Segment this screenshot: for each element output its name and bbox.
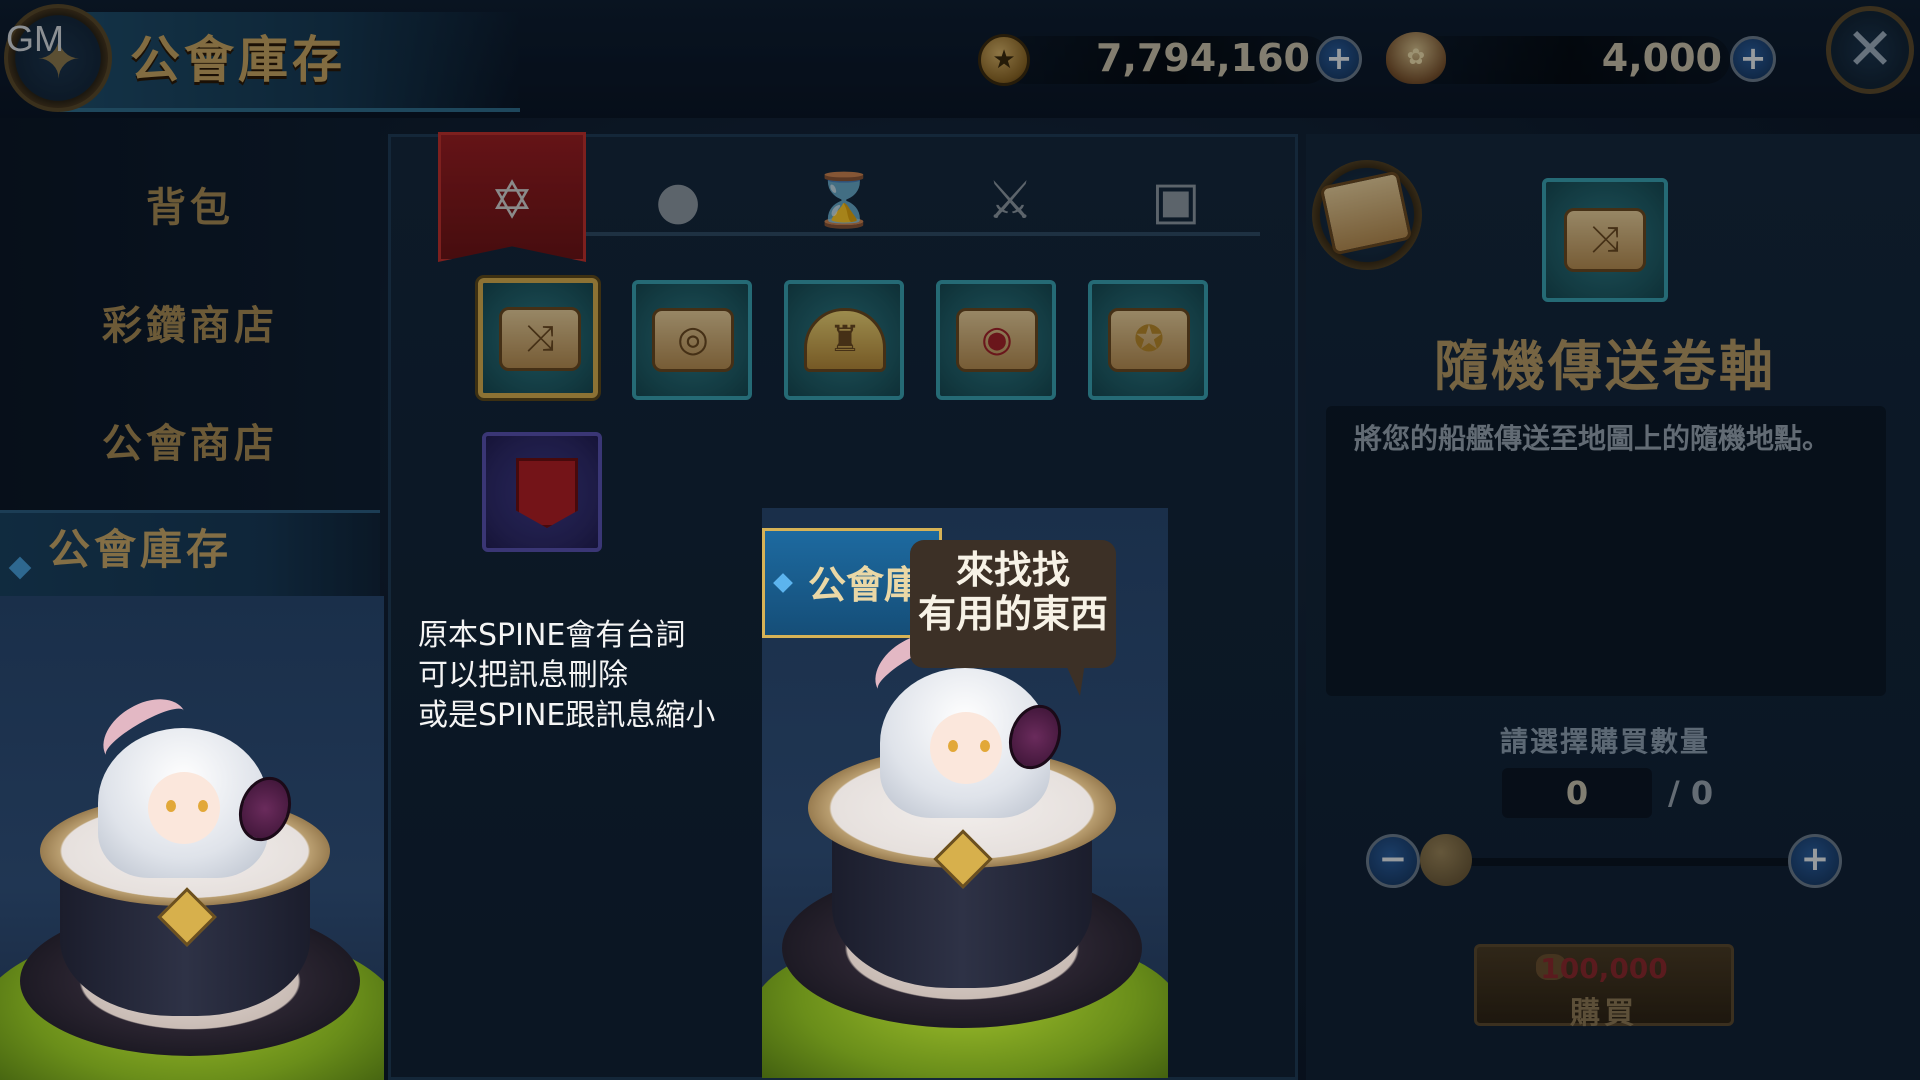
character-spine-left <box>0 596 384 1080</box>
annotation-line: 可以把訊息刪除 <box>418 658 628 693</box>
speech-line: 來找找 <box>955 548 1070 592</box>
speech-text: 來找找 有用的東西 <box>910 548 1116 636</box>
speech-line: 有用的東西 <box>917 592 1108 636</box>
insert-header-text: 公會庫 <box>808 563 923 607</box>
annotation-line: 原本SPINE會有台詞 <box>418 618 686 653</box>
annotation-line: 或是SPINE跟訊息縮小 <box>418 698 716 733</box>
annotation-note: 原本SPINE會有台詞 可以把訊息刪除 或是SPINE跟訊息縮小 <box>418 616 715 736</box>
speech-bubble-tail <box>1062 656 1086 696</box>
character-spine-right: 公會庫 來找找 有用的東西 <box>762 508 1168 1078</box>
